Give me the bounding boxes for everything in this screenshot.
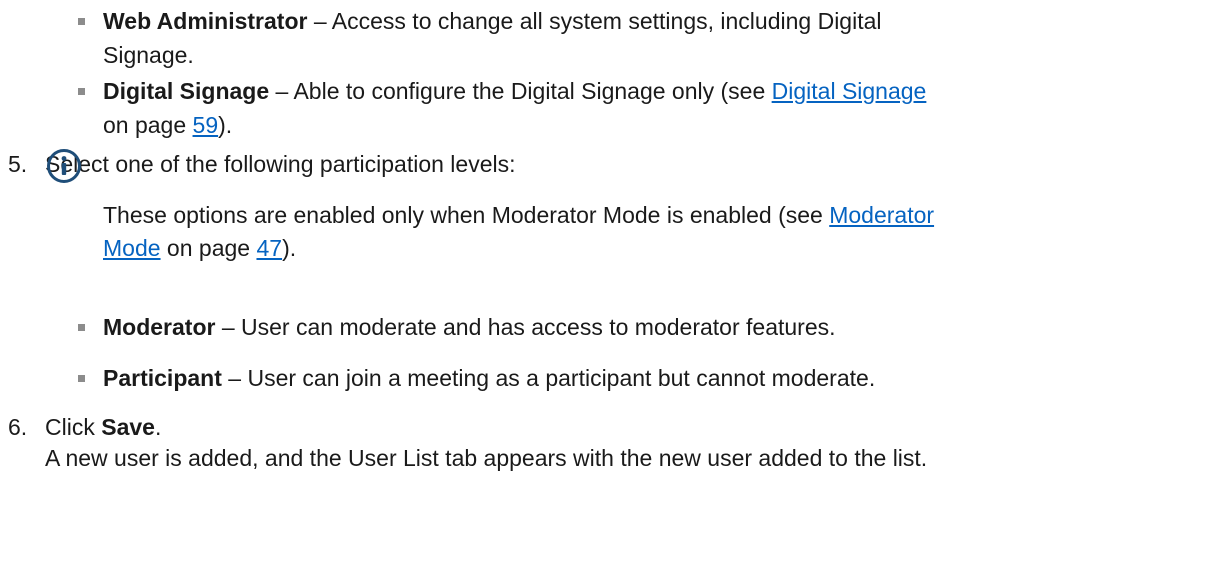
note-text-cont: Mode on page 47). [103, 234, 296, 262]
description: Signage. [103, 42, 194, 68]
note-text-part: on page [160, 235, 257, 261]
term-digital-signage: Digital Signage [103, 78, 270, 104]
description: on page [103, 112, 193, 138]
description: User can moderate and has access to mode… [241, 314, 836, 340]
separator: – [221, 365, 248, 391]
description: Able to configure the Digital Signage on… [293, 78, 772, 104]
note-text: These options are enabled only when Mode… [103, 201, 934, 229]
list-bullet [78, 18, 85, 25]
note-text-part: These options are enabled only when Mode… [103, 202, 830, 228]
description: User can join a meeting as a participant… [247, 365, 876, 391]
separator: – [215, 314, 242, 340]
description: Access to change all system settings, in… [331, 8, 882, 34]
step-6-result: A new user is added, and the User List t… [45, 445, 928, 471]
step-number: 6. [8, 414, 28, 440]
list-item-web-administrator-cont: Signage. [103, 41, 194, 69]
step-6-text: Click Save. [45, 413, 161, 441]
link-page-59[interactable]: 59 [193, 112, 219, 138]
step-5-text: Select one of the following participatio… [45, 151, 516, 177]
note-text-part: ). [282, 235, 297, 261]
link-digital-signage[interactable]: Digital Signage [772, 78, 927, 104]
list-item-web-administrator: Web Administrator – Access to change all… [103, 7, 882, 35]
info-icon [47, 149, 81, 183]
separator: – [269, 78, 294, 104]
list-bullet [78, 88, 85, 95]
term-participant: Participant [103, 365, 222, 391]
link-moderator-mode[interactable]: Moderator [829, 202, 934, 228]
term-moderator: Moderator [103, 314, 216, 340]
step-6-post: . [154, 414, 162, 440]
list-item-digital-signage: Digital Signage – Able to configure the … [103, 77, 926, 105]
term-web-administrator: Web Administrator [103, 8, 308, 34]
description: ). [218, 112, 233, 138]
link-moderator-mode[interactable]: Mode [103, 235, 161, 261]
separator: – [307, 8, 332, 34]
save-term: Save [101, 414, 155, 440]
link-page-47[interactable]: 47 [256, 235, 282, 261]
step-6-pre: Click [45, 414, 102, 440]
list-bullet [78, 375, 85, 382]
list-bullet [78, 324, 85, 331]
list-item-moderator: Moderator – User can moderate and has ac… [103, 313, 836, 341]
list-item-participant: Participant – User can join a meeting as… [103, 364, 875, 392]
step-number: 5. [8, 151, 28, 177]
list-item-digital-signage-cont: on page 59). [103, 111, 232, 139]
